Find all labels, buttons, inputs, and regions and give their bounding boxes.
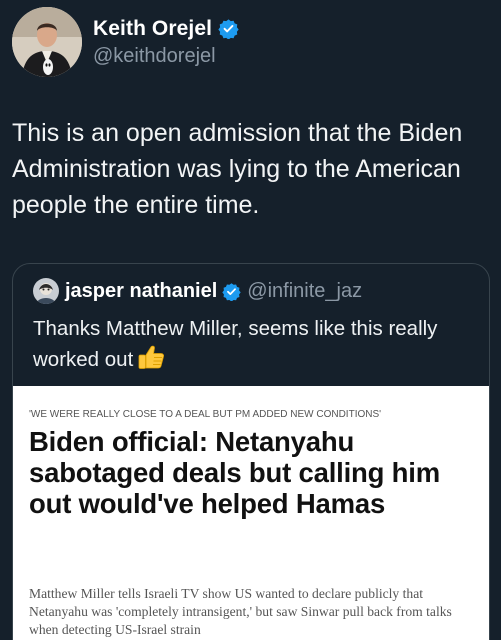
article-summary: Matthew Miller tells Israeli TV show US … (29, 586, 452, 637)
author-name-row: Keith Orejel (93, 17, 239, 41)
verified-badge-icon (222, 282, 241, 302)
quoted-display-name[interactable]: jasper nathaniel (65, 280, 217, 303)
article-headline: Biden official: Netanyahu sabotaged deal… (29, 426, 440, 519)
quoted-handle[interactable]: @infinite_jaz (247, 280, 362, 303)
author-names: Keith Orejel @keithdorejel (93, 17, 239, 68)
author-display-name[interactable]: Keith Orejel (93, 17, 212, 41)
thumbs-up-icon (137, 344, 165, 370)
quoted-tweet-card[interactable]: jasper nathaniel @infinite_jaz Thanks Ma… (12, 263, 490, 640)
author-handle[interactable]: @keithdorejel (93, 45, 239, 68)
tweet-screenshot: Keith Orejel @keithdorejel This is an op… (0, 0, 501, 640)
article-kicker: 'WE WERE REALLY CLOSE TO A DEAL BUT PM A… (29, 409, 382, 420)
quoted-author-avatar[interactable] (33, 278, 59, 304)
verified-badge-icon (218, 18, 239, 40)
quoted-tweet-header: jasper nathaniel @infinite_jaz (33, 278, 362, 304)
quoted-tweet-text: Thanks Matthew Miller, seems like this r… (33, 314, 473, 375)
tweet-header: Keith Orejel @keithdorejel (12, 6, 489, 78)
quoted-tweet-text-content: Thanks Matthew Miller, seems like this r… (33, 317, 438, 371)
article-preview-image[interactable]: 'WE WERE REALLY CLOSE TO A DEAL BUT PM A… (13, 386, 489, 640)
tweet-text: This is an open admission that the Biden… (12, 119, 463, 219)
author-avatar[interactable] (12, 7, 82, 77)
